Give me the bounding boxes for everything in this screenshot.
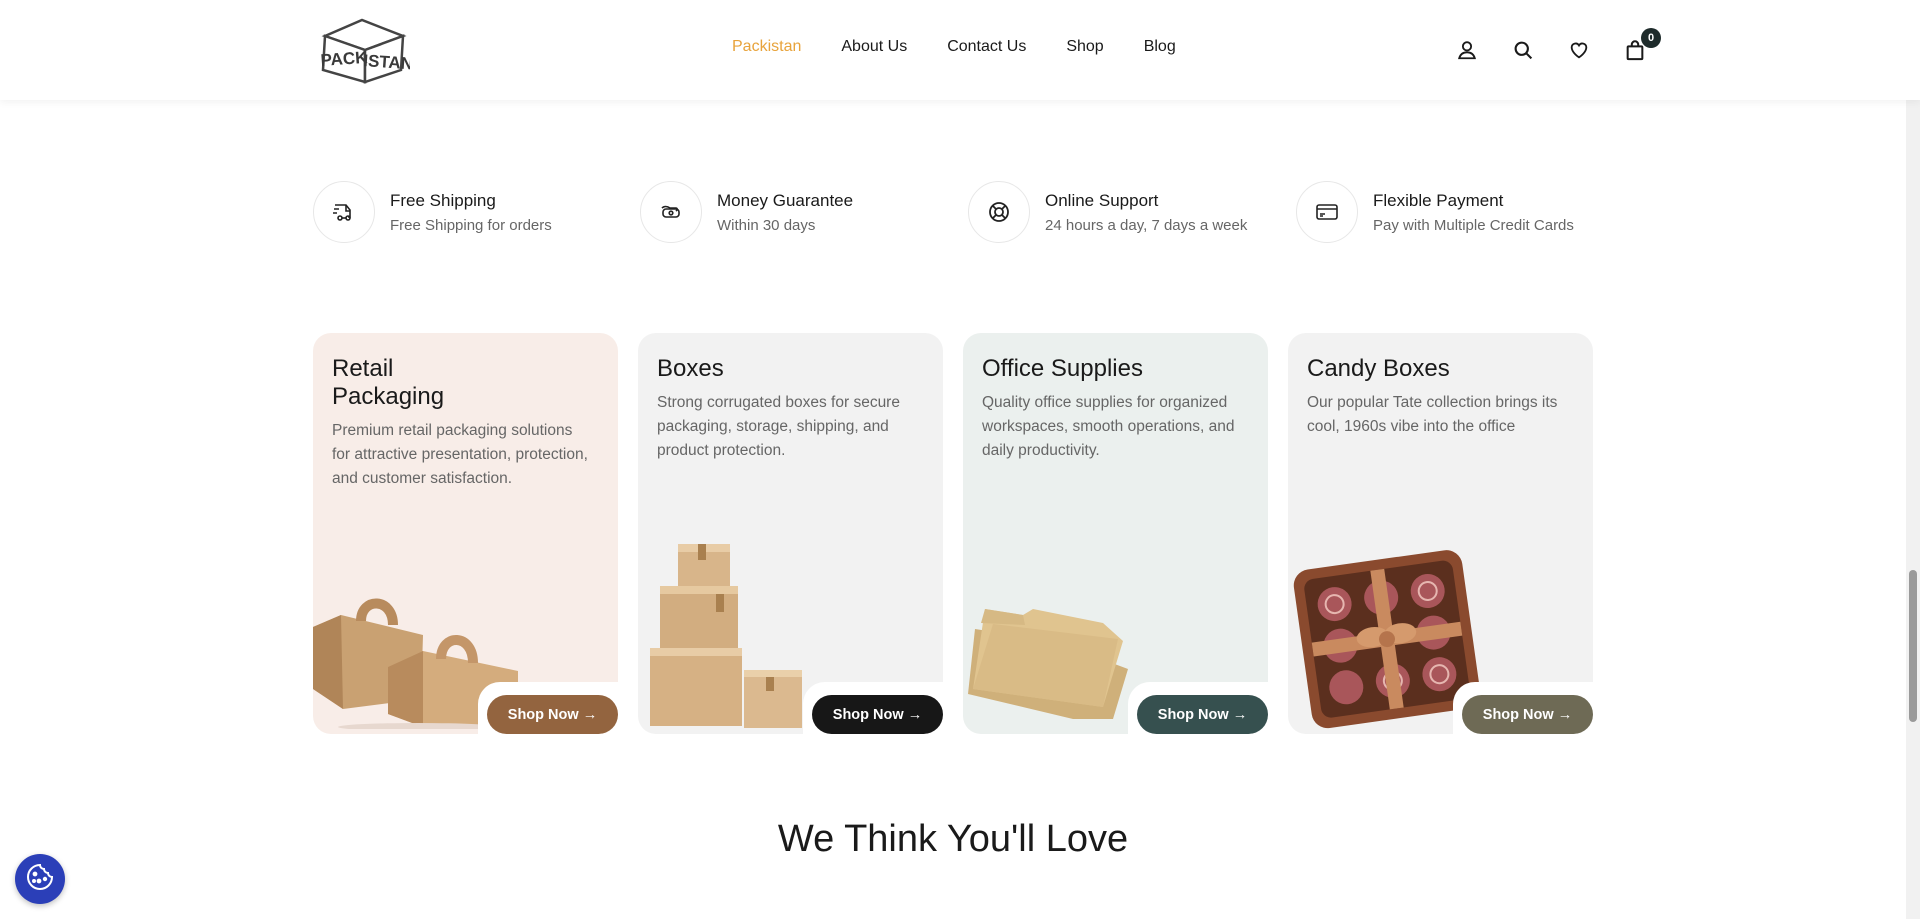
header-actions: 0 [1455,28,1661,62]
category-card-candy-boxes[interactable]: Candy Boxes Our popular Tate collection … [1288,333,1593,734]
shop-now-button[interactable]: Shop Now → [487,695,618,734]
feature-free-shipping: Free Shipping Free Shipping for orders [313,181,552,243]
feature-title: Money Guarantee [717,190,854,210]
card-title: Boxes [657,355,724,382]
feature-flexible-payment: Flexible Payment Pay with Multiple Credi… [1296,181,1574,243]
arrow-right-icon: → [903,706,923,723]
card-title: Candy Boxes [1307,355,1450,382]
nav-blog[interactable]: Blog [1144,38,1176,56]
feature-subtitle: 24 hours a day, 7 days a week [1045,216,1248,234]
cookie-icon [25,862,55,897]
scrollbar-thumb[interactable] [1909,570,1917,722]
wishlist-heart-icon[interactable] [1567,38,1591,62]
card-description: Our popular Tate collection brings its c… [1307,394,1558,435]
feature-title: Online Support [1045,190,1159,210]
feature-subtitle: Free Shipping for orders [390,216,552,234]
svg-text:PACK: PACK [320,48,369,70]
section-title: We Think You'll Love [777,818,1129,860]
shop-now-label: Shop Now [1157,706,1229,723]
card-description: Strong corrugated boxes for secure packa… [657,394,900,459]
category-card-boxes[interactable]: Boxes Strong corrugated boxes for secure… [638,333,943,734]
folders-image [963,569,1133,734]
credit-card-icon [1296,181,1358,243]
feature-money-guarantee: Money Guarantee Within 30 days [640,181,853,243]
card-title: Office Supplies [982,355,1143,382]
packistan-logo[interactable]: PACK ISTAN [315,18,414,84]
shop-now-label: Shop Now [1482,706,1554,723]
nav-contact-us[interactable]: Contact Us [947,38,1026,56]
feature-title: Free Shipping [390,190,496,210]
card-title: Retail Packaging [332,355,445,410]
svg-text:ISTAN: ISTAN [363,51,410,73]
boxes-image [638,534,808,734]
cart-bag-icon[interactable]: 0 [1623,28,1661,62]
feature-online-support: Online Support 24 hours a day, 7 days a … [968,181,1247,243]
nav-packistan[interactable]: Packistan [732,38,801,56]
shop-now-label: Shop Now [832,706,904,723]
main-nav: Packistan About Us Contact Us Shop Blog [732,38,1176,56]
search-icon[interactable] [1511,38,1535,62]
truck-icon [313,181,375,243]
feature-subtitle: Pay with Multiple Credit Cards [1373,216,1574,234]
card-description: Quality office supplies for organized wo… [982,394,1235,459]
shop-now-button[interactable]: Shop Now → [1462,695,1593,734]
card-description: Premium retail packaging solutions for a… [332,422,588,487]
feature-subtitle: Within 30 days [717,216,816,234]
arrow-right-icon: → [1228,706,1248,723]
user-icon[interactable] [1455,38,1479,62]
category-card-retail-packaging[interactable]: Retail Packaging Premium retail packagin… [313,333,618,734]
site-header: PACK ISTAN Packistan About Us Contact Us… [0,0,1920,100]
nav-about-us[interactable]: About Us [841,38,907,56]
shop-now-label: Shop Now [507,706,579,723]
page-scrollbar[interactable] [1906,0,1920,919]
money-icon [640,181,702,243]
nav-shop[interactable]: Shop [1066,38,1103,56]
category-card-office-supplies[interactable]: Office Supplies Quality office supplies … [963,333,1268,734]
shop-now-button[interactable]: Shop Now → [1137,695,1268,734]
cart-count-badge: 0 [1641,28,1661,48]
arrow-right-icon: → [578,706,598,723]
feature-title: Flexible Payment [1373,190,1504,210]
lifebuoy-icon [968,181,1030,243]
arrow-right-icon: → [1553,706,1573,723]
cookie-settings-button[interactable] [15,854,65,904]
shop-now-button[interactable]: Shop Now → [812,695,943,734]
features-row: Free Shipping Free Shipping for orders M… [313,181,1603,245]
